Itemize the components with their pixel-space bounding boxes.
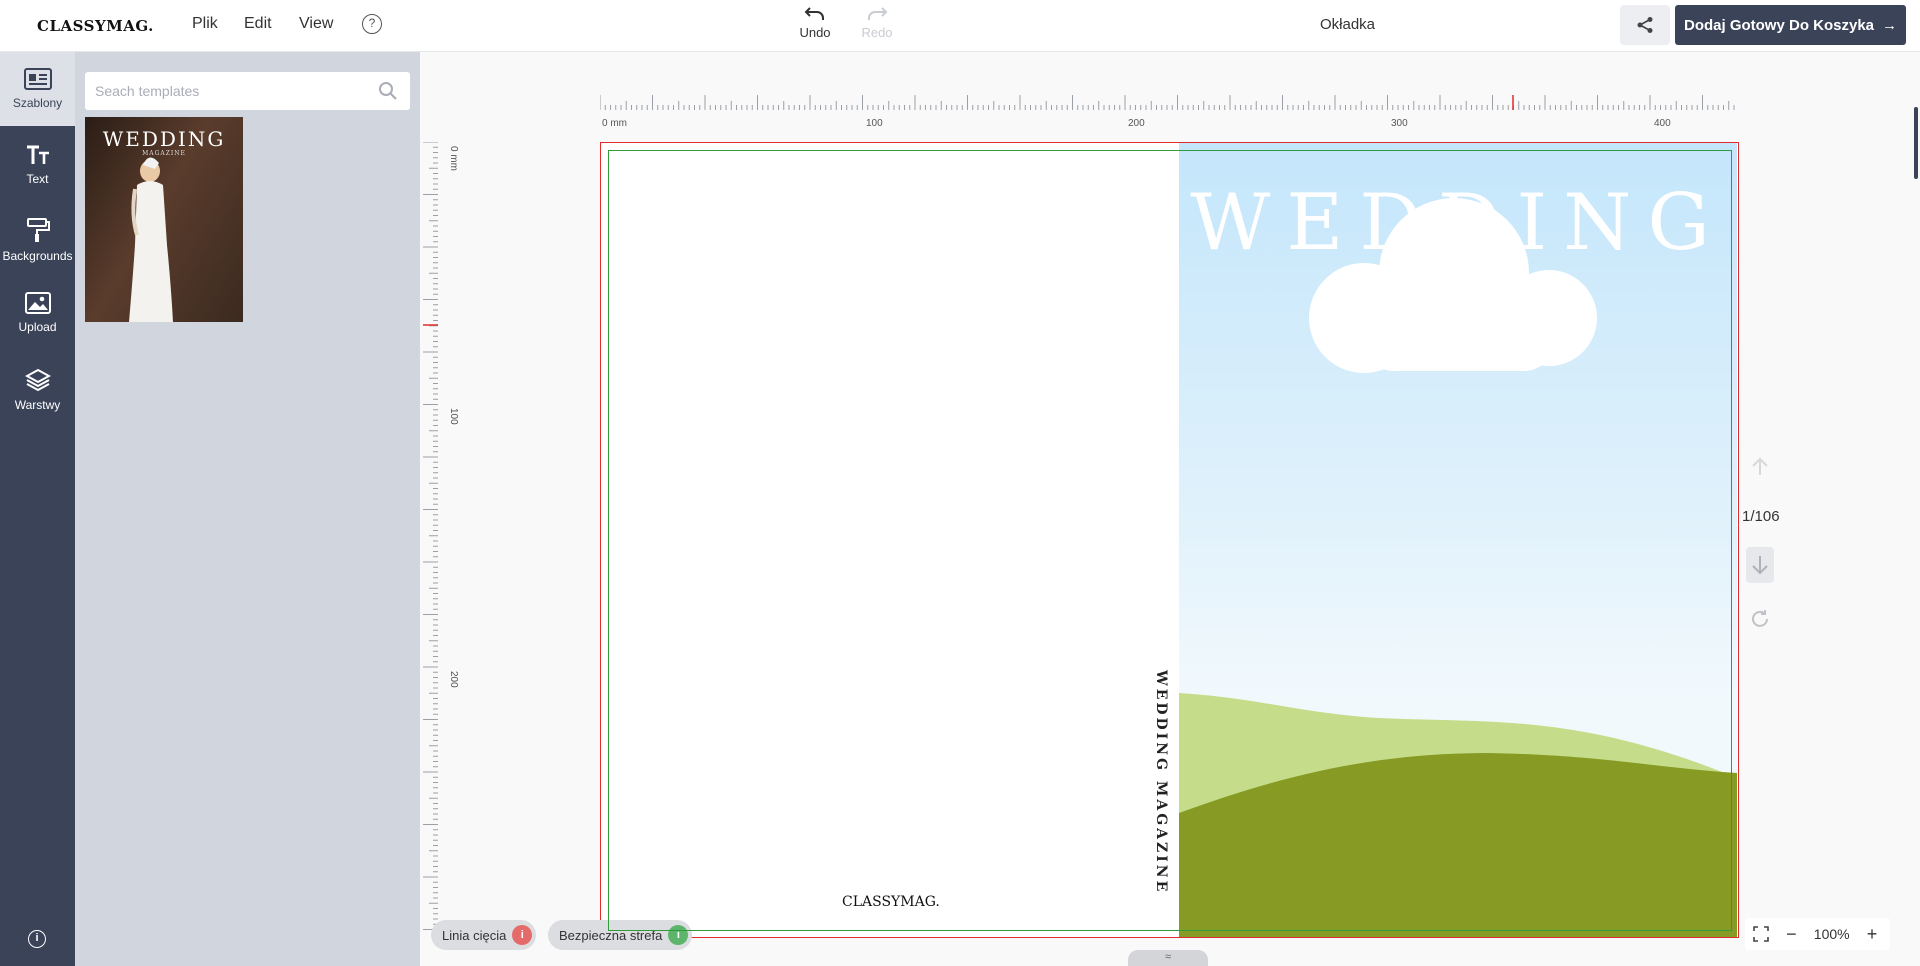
next-page-button[interactable] <box>1746 547 1774 583</box>
menu-edit[interactable]: Edit <box>244 15 272 33</box>
cover-title[interactable]: WEDDING <box>1179 178 1737 268</box>
menu-file[interactable]: Plik <box>192 15 218 33</box>
ruler-label: 300 <box>1391 118 1408 129</box>
zoom-level: 100% <box>1813 926 1850 942</box>
sidebar-item-templates[interactable]: Szablony <box>0 52 75 126</box>
menu-view[interactable]: View <box>299 15 333 33</box>
app-logo[interactable]: CLASSYMAG. <box>37 17 154 35</box>
sidebar-item-layers[interactable]: Warstwy <box>0 368 75 412</box>
sidebar-item-upload[interactable]: Upload <box>0 292 75 334</box>
spine-text[interactable]: WEDDING MAGAZINE <box>1153 670 1169 894</box>
sidebar-item-backgrounds[interactable]: Backgrounds <box>0 217 75 263</box>
search-icon[interactable] <box>378 81 398 101</box>
safe-zone-toggle[interactable]: Bezpieczna strefa i <box>548 920 693 950</box>
add-to-cart-button[interactable]: Dodaj Gotowy Do Koszyka → <box>1675 5 1906 45</box>
back-cover-logo[interactable]: CLASSYMAG. <box>842 894 940 910</box>
arrow-up-icon[interactable] <box>1748 455 1772 479</box>
sidebar-item-label: Backgrounds <box>2 249 73 263</box>
zoom-controls: − 100% + <box>1745 918 1890 950</box>
templates-panel: WEDDING MAGAZINE <box>75 52 420 966</box>
redo-label: Redo <box>861 25 893 40</box>
fullscreen-icon[interactable] <box>1753 926 1769 942</box>
info-icon[interactable]: i <box>668 925 689 945</box>
ruler-label: 0 mm <box>602 118 627 129</box>
share-icon <box>1637 17 1653 33</box>
cut-line-label: Linia cięcia <box>442 927 507 943</box>
template-card-icon <box>23 68 52 90</box>
sidebar-item-label: Text <box>26 172 49 186</box>
search-input[interactable] <box>85 72 410 110</box>
document-title: Okładka <box>1320 16 1376 33</box>
arrow-right-icon: → <box>1882 16 1898 34</box>
info-icon[interactable]: i <box>512 925 533 945</box>
undo-label: Undo <box>799 25 831 40</box>
sidebar-rail: Szablony Text Backgrounds Upload Warstwy <box>0 52 75 966</box>
ruler-label: 100 <box>448 408 459 425</box>
front-cover[interactable]: WEDDING <box>1179 143 1737 937</box>
sidebar-item-label: Szablony <box>12 96 63 110</box>
image-upload-icon <box>24 292 51 314</box>
add-to-cart-label: Dodaj Gotowy Do Koszyka <box>1683 16 1875 34</box>
undo-icon <box>804 7 824 20</box>
ruler-label: 400 <box>1654 118 1671 129</box>
arrow-down-icon <box>1752 556 1768 575</box>
layers-icon <box>24 368 51 392</box>
undo-button[interactable]: Undo <box>795 6 835 40</box>
sidebar-item-label: Upload <box>18 320 57 334</box>
ruler-label: 200 <box>448 671 459 688</box>
vertical-scrollbar[interactable] <box>1914 107 1918 179</box>
thumbnail-title: WEDDING <box>102 127 226 151</box>
cut-line-toggle[interactable]: Linia cięcia i <box>431 920 537 950</box>
ruler-label: 100 <box>866 118 883 129</box>
page-strip-handle[interactable]: ≈ <box>1128 950 1208 966</box>
page-counter: 1/106 <box>1742 508 1780 525</box>
share-button[interactable] <box>1620 5 1670 45</box>
redo-button[interactable]: Redo <box>857 6 897 40</box>
hills-graphic[interactable] <box>1179 673 1737 937</box>
ruler-label: 0 mm <box>448 146 459 171</box>
zoom-in-button[interactable]: + <box>1862 924 1882 945</box>
horizontal-ruler <box>600 95 1735 110</box>
info-icon[interactable]: i <box>28 930 46 948</box>
ruler-label: 200 <box>1128 118 1145 129</box>
vertical-ruler <box>423 142 438 936</box>
safe-zone-label: Bezpieczna strefa <box>559 927 663 943</box>
sidebar-item-text[interactable]: Text <box>0 144 75 186</box>
sidebar-item-label: Warstwy <box>14 398 61 412</box>
redo-icon <box>868 7 888 20</box>
zoom-out-button[interactable]: − <box>1781 924 1801 945</box>
bride-photo <box>129 157 173 322</box>
top-bar: CLASSYMAG. Plik Edit View ? Undo Redo Ok… <box>0 0 1920 52</box>
paint-roller-icon <box>26 218 50 242</box>
text-icon <box>26 145 49 164</box>
help-icon[interactable]: ? <box>362 14 382 34</box>
refresh-icon[interactable] <box>1748 607 1772 631</box>
template-thumbnail-wedding[interactable]: WEDDING MAGAZINE <box>85 117 243 322</box>
